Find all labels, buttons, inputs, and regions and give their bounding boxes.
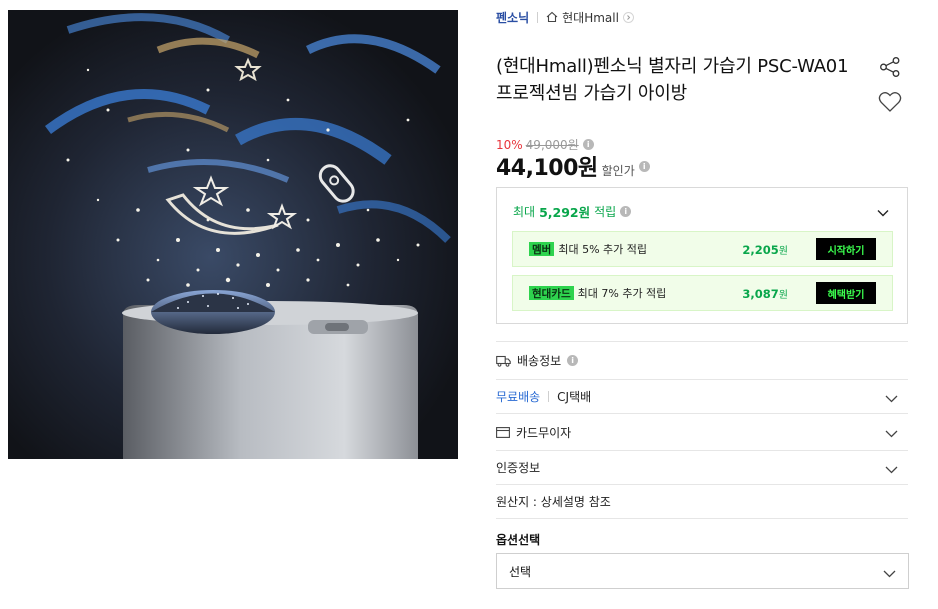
info-icon[interactable]: i [582, 139, 594, 150]
sale-price: 44,100원 [496, 156, 598, 181]
points-suffix: 적립 [594, 205, 617, 219]
option-label: 옵션선택 [496, 533, 541, 547]
home-icon [546, 11, 558, 23]
member-benefit: 멤버 최대 5% 추가 적립 2,205원 시작하기 [512, 231, 893, 267]
member-tag: 멤버 [529, 242, 555, 256]
option-selected-value: 선택 [509, 564, 532, 579]
brand-link[interactable]: 펜소닉 [496, 9, 529, 26]
chevron-down-icon[interactable] [885, 463, 898, 477]
chevron-down-icon[interactable] [885, 427, 898, 441]
divider [548, 391, 550, 402]
card-icon [496, 426, 510, 438]
share-button[interactable] [878, 56, 902, 78]
divider [537, 11, 539, 23]
heart-icon [878, 92, 902, 112]
product-image[interactable] [8, 10, 458, 459]
sale-price-row: 44,100원 할인가 i [496, 150, 650, 182]
shipping-info-header: 배송정보 i [496, 341, 908, 379]
shipping-header-label: 배송정보 [517, 354, 562, 368]
card-tag: 현대카드 [529, 286, 574, 300]
origin-row: 원산지 : 상세설명 참조 [496, 484, 908, 518]
get-benefit-button[interactable]: 혜택받기 [816, 282, 876, 304]
benefit-amount: 2,205원 [742, 242, 788, 257]
store-name: 현대Hmall [562, 10, 619, 25]
chevron-down-icon[interactable] [877, 202, 889, 221]
store-link[interactable]: 현대Hmall [546, 9, 634, 26]
option-select[interactable]: 선택 [496, 553, 909, 589]
wishlist-button[interactable] [878, 91, 902, 113]
certification-label: 인증정보 [496, 461, 541, 475]
carrier: CJ택배 [557, 390, 592, 404]
benefit-amount: 3,087원 [742, 286, 788, 301]
benefit-text: 최대 5% 추가 적립 [558, 243, 647, 256]
max-points[interactable]: 최대 5,292원 적립 i [513, 202, 632, 221]
chevron-right-icon [622, 11, 634, 23]
share-icon [880, 57, 900, 77]
shipping-row[interactable]: 무료배송 CJ택배 [496, 379, 908, 413]
info-icon[interactable]: i [638, 160, 650, 172]
start-button[interactable]: 시작하기 [816, 238, 876, 260]
divider [496, 518, 908, 519]
benefit-text: 최대 7% 추가 적립 [577, 287, 667, 300]
info-icon[interactable]: i [620, 206, 632, 217]
card-installment-label: 카드무이자 [516, 425, 572, 440]
card-benefit: 현대카드 최대 7% 추가 적립 3,087원 혜택받기 [512, 275, 893, 311]
card-installment-row[interactable]: 카드무이자 [496, 413, 908, 450]
product-title: (현대Hmall)펜소닉 별자리 가습기 PSC-WA01 프로젝션빔 가습기 … [496, 56, 849, 104]
chevron-down-icon [883, 567, 896, 581]
points-box: 최대 5,292원 적립 i 멤버 최대 5% 추가 적립 2,205원 시작하… [496, 187, 908, 324]
origin-label: 원산지 : 상세설명 참조 [496, 495, 611, 509]
info-icon[interactable]: i [567, 355, 579, 366]
certification-row[interactable]: 인증정보 [496, 450, 908, 484]
points-amount: 5,292원 [539, 205, 591, 220]
truck-icon [496, 355, 511, 367]
brand-breadcrumb: 펜소닉 현대Hmall [496, 9, 634, 25]
free-shipping: 무료배송 [496, 390, 541, 404]
chevron-down-icon[interactable] [885, 392, 898, 406]
sale-price-label: 할인가 [601, 164, 635, 178]
points-prefix: 최대 [513, 205, 536, 219]
